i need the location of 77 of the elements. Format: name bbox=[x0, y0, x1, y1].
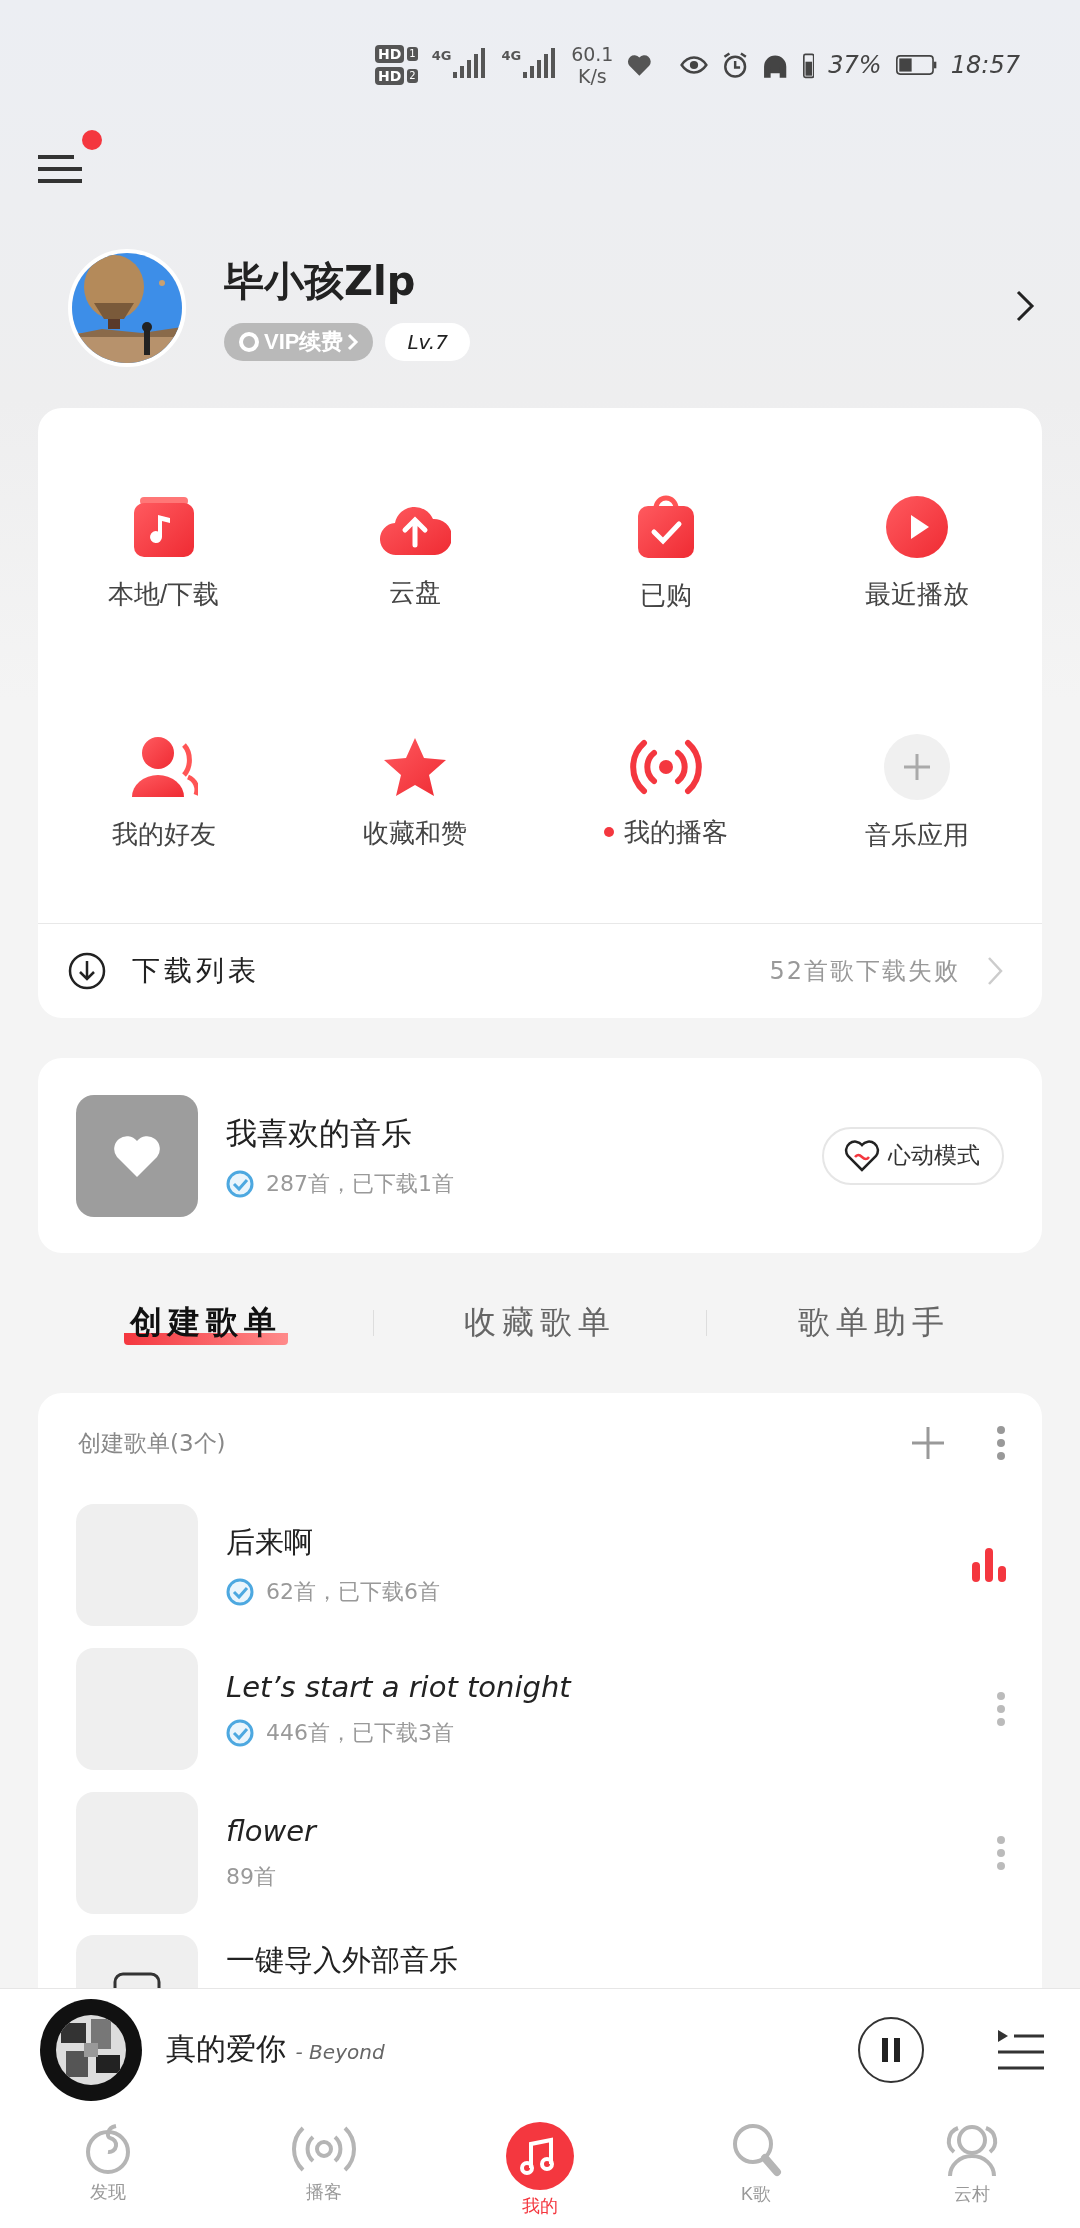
chevron-right-icon bbox=[986, 955, 1004, 987]
playlist-info: 62首，已下载6首 bbox=[266, 1578, 440, 1606]
clock: 18:57 bbox=[950, 51, 1020, 79]
liked-cover[interactable] bbox=[76, 1094, 198, 1217]
sim-slot: 2 bbox=[407, 69, 418, 83]
heartbeat-mode-button[interactable]: 心动模式 bbox=[822, 1126, 1004, 1185]
battery-percent: 37% bbox=[828, 51, 882, 79]
download-list-link[interactable]: 下载列表 bbox=[132, 952, 744, 990]
network-type: 4G bbox=[431, 48, 452, 63]
more-button[interactable] bbox=[996, 1425, 1006, 1461]
more-icon bbox=[996, 1691, 1006, 1727]
more-button[interactable] bbox=[996, 1691, 1006, 1727]
music-folder-icon bbox=[131, 494, 196, 559]
shortcut-label: 云盘 bbox=[388, 575, 441, 609]
nav-tab[interactable]: 我的 bbox=[432, 2110, 648, 2228]
shortcut-label: 收藏和赞 bbox=[362, 816, 467, 850]
shopping-bag-icon bbox=[635, 493, 696, 560]
playlist-queue-button[interactable] bbox=[998, 2029, 1044, 2070]
playlist-info: 446首，已下载3首 bbox=[266, 1719, 454, 1747]
playlist-tab[interactable]: 创建歌单 bbox=[40, 1301, 373, 1345]
user-name: 毕小孩Zlp bbox=[224, 257, 417, 306]
shortcut-button[interactable]: 我的播客 bbox=[540, 693, 791, 893]
shortcut-button[interactable]: 最近播放 bbox=[791, 453, 1042, 653]
pause-icon bbox=[881, 2037, 901, 2062]
shortcut-label: 我的好友 bbox=[111, 817, 216, 851]
shortcut-label: 最近播放 bbox=[864, 577, 969, 611]
playlist-tab[interactable]: 歌单助手 bbox=[707, 1301, 1040, 1345]
friends-icon bbox=[129, 734, 198, 799]
check-circle-icon bbox=[226, 1169, 254, 1198]
import-title[interactable]: 一键导入外部音乐 bbox=[226, 1941, 458, 1981]
shortcut-label: 音乐应用 bbox=[864, 818, 969, 852]
sim-slot: 1 bbox=[407, 47, 418, 61]
shortcut-button[interactable]: 已购 bbox=[540, 453, 791, 653]
liked-title: 我喜欢的音乐 bbox=[226, 1113, 413, 1153]
check-circle-icon bbox=[226, 1578, 254, 1606]
playing-bars-icon bbox=[972, 1548, 1006, 1582]
shortcut-button[interactable]: 音乐应用 bbox=[791, 693, 1042, 893]
playlist-title[interactable]: Let’s start a riot tonight bbox=[226, 1670, 968, 1704]
level-badge: Lv.7 bbox=[385, 323, 470, 361]
playlist-title[interactable]: 后来啊 bbox=[226, 1523, 944, 1563]
shortcut-button[interactable]: 我的好友 bbox=[38, 693, 289, 893]
more-icon bbox=[996, 1425, 1006, 1461]
chevron-right-icon bbox=[1015, 289, 1035, 323]
shortcut-button[interactable]: 本地/下载 bbox=[38, 453, 289, 653]
playlist-title[interactable]: flower bbox=[226, 1814, 968, 1848]
network-type: 4G bbox=[501, 48, 522, 63]
vip-logo-icon bbox=[238, 331, 260, 353]
shortcut-button[interactable]: 云盘 bbox=[289, 453, 540, 653]
download-status: 52首歌下载失败 bbox=[769, 956, 960, 987]
heartbeat-icon bbox=[844, 1139, 880, 1172]
more-icon bbox=[996, 1835, 1006, 1871]
network-speed: 60.1 bbox=[571, 43, 614, 65]
download-icon bbox=[68, 952, 106, 990]
queue-icon bbox=[998, 2029, 1044, 2070]
more-button[interactable] bbox=[996, 1835, 1006, 1871]
song-title: 真的爱你 bbox=[166, 2031, 286, 2066]
speed-unit: K/s bbox=[577, 65, 607, 87]
hd-indicator: HD bbox=[375, 67, 405, 85]
eye-icon bbox=[680, 53, 709, 77]
shortcut-label: 我的播客 bbox=[623, 815, 728, 849]
liked-info: 287首，已下载1首 bbox=[266, 1169, 454, 1198]
song-artist: - Beyond bbox=[295, 2040, 385, 2064]
music-note-icon bbox=[506, 2122, 574, 2190]
battery-icon bbox=[895, 52, 937, 78]
check-circle-icon bbox=[226, 1719, 254, 1747]
playlist-info: 89首 bbox=[226, 1863, 276, 1891]
plus-icon bbox=[910, 1425, 946, 1461]
shortcut-button[interactable]: 收藏和赞 bbox=[289, 693, 540, 893]
shortcut-label: 已购 bbox=[639, 578, 692, 612]
playlist-tab[interactable]: 收藏歌单 bbox=[373, 1301, 707, 1345]
plus-icon bbox=[883, 733, 950, 800]
section-title: 创建歌单(3个) bbox=[78, 1428, 227, 1458]
shortcut-label: 本地/下载 bbox=[107, 577, 220, 611]
hd-indicator: HD bbox=[375, 45, 405, 63]
add-playlist-button[interactable] bbox=[910, 1425, 946, 1461]
chevron-icon bbox=[347, 333, 360, 351]
play-circle-icon bbox=[884, 494, 949, 559]
